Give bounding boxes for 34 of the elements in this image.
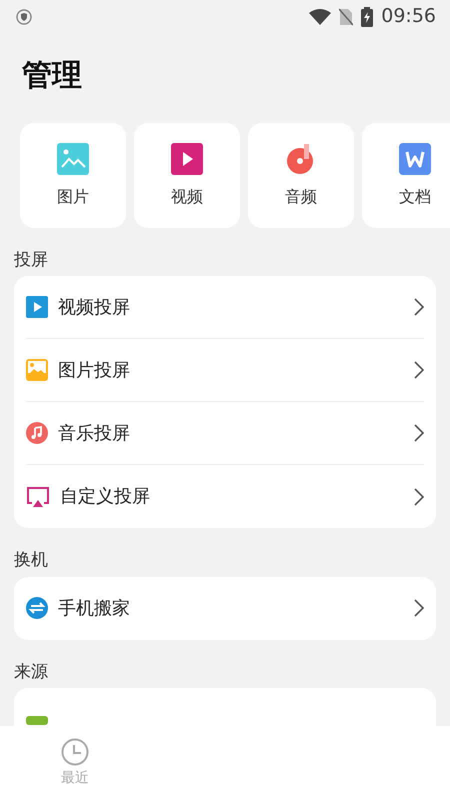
- category-tile[interactable]: 图片: [20, 123, 126, 228]
- list-item[interactable]: 视频投屏: [26, 276, 424, 340]
- section-heading: 来源: [14, 662, 48, 682]
- image-icon: [26, 359, 48, 382]
- clock-icon: [61, 738, 89, 766]
- category-tile[interactable]: 视频: [134, 123, 240, 228]
- battery-icon: [361, 6, 374, 26]
- chevron-right-icon: [414, 488, 424, 506]
- clock: 09:56: [381, 4, 436, 30]
- swap-arrows-icon: [26, 597, 48, 620]
- section-heading: 换机: [14, 550, 48, 570]
- list-item[interactable]: 自定义投屏: [26, 465, 424, 528]
- chevron-right-icon: [414, 424, 424, 442]
- chevron-right-icon: [414, 298, 424, 316]
- play-icon: [26, 296, 48, 318]
- list-item[interactable]: 音乐投屏: [26, 402, 424, 466]
- music-note-icon: [26, 422, 48, 444]
- section-heading: 投屏: [14, 250, 48, 270]
- play-icon: [171, 142, 203, 174]
- list-item[interactable]: 手机搬家: [26, 576, 424, 640]
- category-tile[interactable]: 文档: [362, 123, 450, 228]
- list-item[interactable]: 图片投屏: [26, 339, 424, 402]
- image-icon: [57, 142, 89, 174]
- music-note-icon: [286, 142, 316, 174]
- page-title: 管理: [22, 58, 82, 93]
- chevron-right-icon: [414, 361, 424, 380]
- no-sim-icon: [339, 8, 354, 26]
- wifi-icon: [309, 8, 332, 24]
- shield-icon: [16, 8, 32, 24]
- document-icon: [399, 142, 431, 174]
- screen-cast-icon: [26, 486, 50, 508]
- category-tile[interactable]: 音频: [248, 123, 354, 228]
- chevron-right-icon: [414, 599, 424, 618]
- app-icon: [26, 716, 48, 726]
